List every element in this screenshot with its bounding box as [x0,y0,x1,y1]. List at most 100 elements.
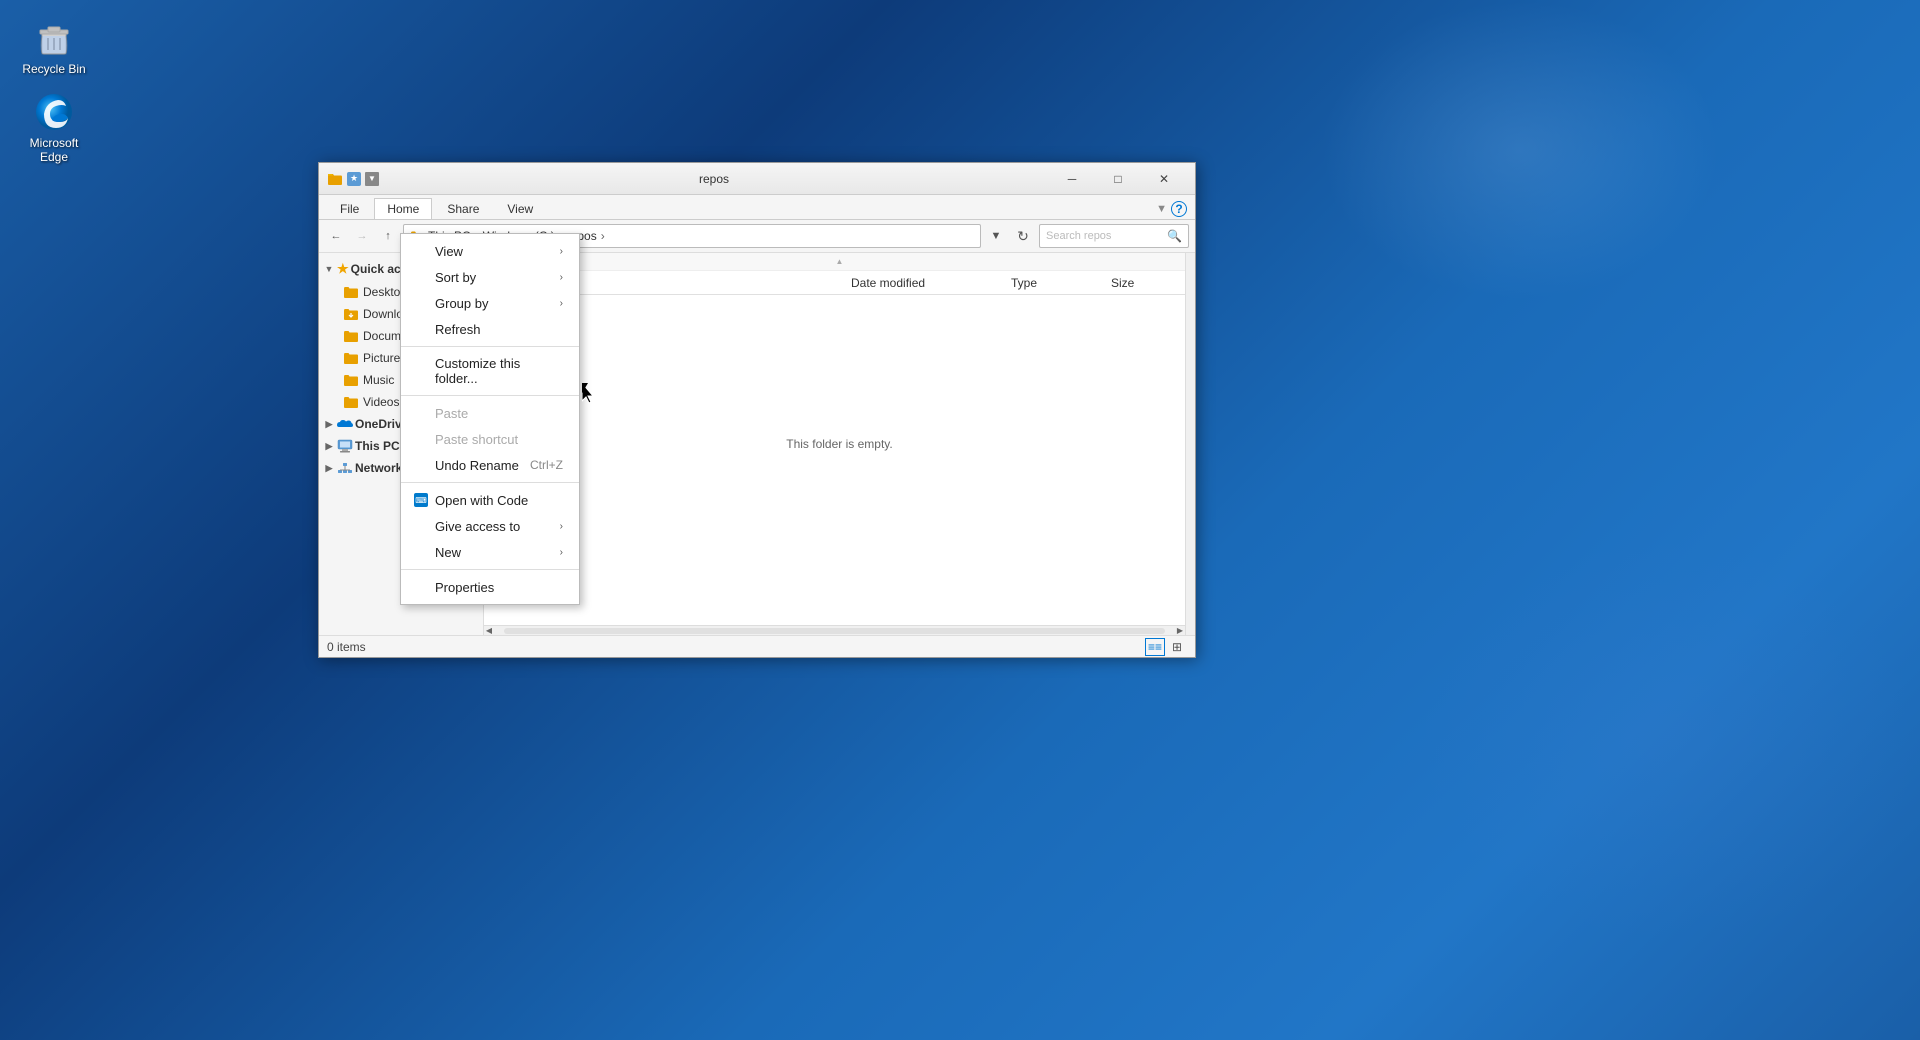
desktop-folder-icon [343,286,359,299]
customize-menu-icon [413,363,429,379]
context-menu-item-undorename[interactable]: Undo Rename Ctrl+Z [401,452,579,478]
context-menu-item-new[interactable]: New › [401,539,579,565]
this-pc-label: This PC [355,439,400,453]
close-button[interactable]: ✕ [1141,163,1187,195]
giveaccess-menu-icon [413,518,429,534]
onedrive-expand: ▶ [323,418,335,430]
forward-button[interactable]: → [351,225,373,247]
refresh-menu-icon [413,321,429,337]
onedrive-icon [337,419,353,430]
network-icon [337,462,353,475]
scroll-left-button[interactable]: ◀ [484,626,494,636]
new-menu-icon [413,544,429,560]
undorename-menu-icon [413,457,429,473]
breadcrumb-arrow-3: › [601,229,605,243]
context-menu-item-sortby[interactable]: Sort by › [401,264,579,290]
context-menu-item-openwithcode[interactable]: Open with Code [401,487,579,513]
ribbon-expand-icon[interactable]: ▼ [1156,203,1167,215]
properties-menu-icon [413,579,429,595]
minimize-button[interactable]: ─ [1049,163,1095,195]
context-menu-pasteshortcut-label: Paste shortcut [435,432,518,447]
scroll-up-indicator: ▲ [484,253,1195,271]
title-bar-icons: ★ ▼ [327,172,379,186]
title-folder-icon [327,172,343,186]
context-menu: View › Sort by › Group by › Refresh Cust… [400,233,580,605]
context-menu-properties-label: Properties [435,580,494,595]
context-menu-item-giveaccess[interactable]: Give access to › [401,513,579,539]
column-type[interactable]: Type [1007,271,1107,294]
vertical-scrollbar[interactable] [1185,253,1195,635]
undorename-shortcut: Ctrl+Z [530,458,563,472]
this-pc-expand: ▶ [323,440,335,452]
context-menu-item-groupby[interactable]: Group by › [401,290,579,316]
context-menu-openwithcode-label: Open with Code [435,493,528,508]
title-bar: ★ ▼ repos ─ □ ✕ [319,163,1195,195]
item-count: 0 items [327,640,366,654]
column-headers: Name Date modified Type Size [484,271,1195,295]
network-label: Network [355,461,402,475]
context-menu-item-properties[interactable]: Properties [401,574,579,600]
tab-share[interactable]: Share [434,198,492,219]
window-title: repos [379,172,1049,186]
tab-home[interactable]: Home [374,198,432,219]
music-folder-icon [343,374,359,387]
column-date-modified[interactable]: Date modified [847,271,1007,294]
maximize-button[interactable]: □ [1095,163,1141,195]
pasteshortcut-menu-icon [413,431,429,447]
details-view-button[interactable]: ≡≡ [1145,638,1165,656]
view-menu-icon [413,243,429,259]
back-button[interactable]: ← [325,225,347,247]
scrollbar-track [504,628,1165,634]
search-box[interactable]: Search repos 🔍 [1039,224,1189,248]
context-menu-sortby-label: Sort by [435,270,476,285]
horizontal-scrollbar[interactable]: ◀ ▶ [484,625,1185,635]
vscode-brand-icon [414,493,428,507]
quick-access-star-icon: ★ [337,261,349,277]
window-controls: ─ □ ✕ [1049,163,1187,195]
up-button[interactable]: ↑ [377,225,399,247]
search-icon[interactable]: 🔍 [1167,229,1182,243]
large-icons-view-button[interactable]: ⊞ [1167,638,1187,656]
network-expand: ▶ [323,462,335,474]
paste-menu-icon [413,405,429,421]
search-placeholder: Search repos [1046,230,1111,242]
context-menu-item-view[interactable]: View › [401,238,579,264]
context-menu-customize-label: Customize this folder... [435,356,563,386]
context-menu-refresh-label: Refresh [435,322,481,337]
edge-label: Microsoft Edge [18,136,90,165]
address-dropdown-button[interactable]: ▼ [985,225,1007,247]
context-menu-item-refresh[interactable]: Refresh [401,316,579,342]
menu-separator-2 [401,395,579,396]
context-menu-new-label: New [435,545,461,560]
new-submenu-arrow: › [560,547,563,558]
scroll-right-button[interactable]: ▶ [1175,626,1185,636]
column-size[interactable]: Size [1107,271,1187,294]
view-toggle: ≡≡ ⊞ [1145,638,1187,656]
help-button[interactable]: ? [1171,201,1187,217]
groupby-submenu-arrow: › [560,298,563,309]
videos-folder-icon [343,396,359,409]
tab-file[interactable]: File [327,198,372,219]
title-settings-icon: ▼ [365,172,379,186]
edge-desktop-icon[interactable]: Microsoft Edge [14,88,94,169]
recycle-bin-desktop-icon[interactable]: Recycle Bin [14,14,94,80]
view-submenu-arrow: › [560,246,563,257]
recycle-bin-icon [34,18,74,58]
file-pane[interactable]: ▲ Name Date modified Type Size This fold… [484,253,1195,635]
menu-separator-1 [401,346,579,347]
tab-view[interactable]: View [494,198,546,219]
quick-access-expand: ▼ [323,263,335,275]
refresh-button[interactable]: ↻ [1011,224,1035,248]
context-menu-view-label: View [435,244,463,259]
pictures-folder-icon [343,352,359,365]
quick-access-title-icon: ★ [347,172,361,186]
sortby-submenu-arrow: › [560,272,563,283]
recycle-bin-label: Recycle Bin [22,62,85,76]
context-menu-giveaccess-label: Give access to [435,519,520,534]
downloads-folder-icon [343,308,359,321]
menu-separator-3 [401,482,579,483]
context-menu-undorename-label: Undo Rename [435,458,519,473]
context-menu-groupby-label: Group by [435,296,488,311]
context-menu-item-customize[interactable]: Customize this folder... [401,351,579,391]
openwithcode-icon [413,492,429,508]
